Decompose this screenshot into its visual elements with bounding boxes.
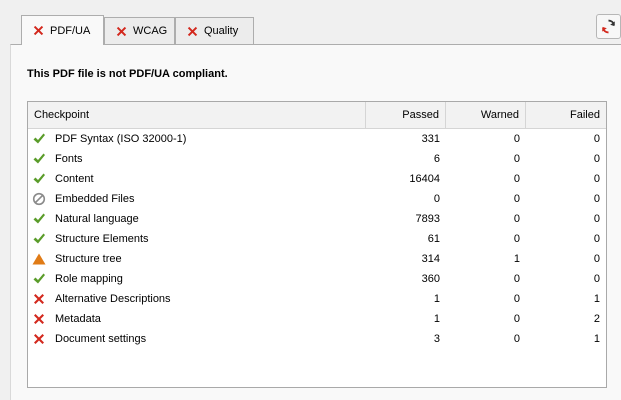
checkpoint-name: Structure Elements [55, 233, 149, 245]
failed-count: 0 [593, 173, 600, 185]
failed-count: 2 [593, 313, 600, 325]
not-applicable-icon [32, 192, 46, 206]
table-row[interactable]: Structure tree 314 1 0 [28, 249, 606, 269]
check-icon [33, 273, 45, 284]
checkpoint-table[interactable]: Checkpoint Passed Warned Failed PDF Synt… [27, 101, 607, 388]
warned-count: 0 [513, 133, 520, 145]
fail-x-icon [34, 314, 44, 324]
fail-x-icon [34, 294, 44, 304]
table-row[interactable]: Document settings 3 0 1 [28, 329, 606, 349]
check-icon [33, 153, 45, 164]
warning-icon [32, 253, 46, 265]
warned-count: 0 [513, 333, 520, 345]
tab-bar: PDF/UA WCAG Quality [0, 0, 621, 45]
checkpoint-name: Structure tree [55, 253, 122, 265]
failed-count: 1 [593, 293, 600, 305]
failed-count: 0 [593, 233, 600, 245]
checkpoint-cell: Structure tree [28, 252, 366, 266]
checkpoint-cell: Embedded Files [28, 192, 366, 206]
passed-count: 1 [433, 313, 440, 325]
fail-x-icon [33, 25, 44, 36]
table-body: PDF Syntax (ISO 32000-1) 331 0 0 Fonts 6 0 0 Con… [28, 129, 606, 349]
tab-wcag[interactable]: WCAG [104, 17, 175, 44]
checkpoint-name: Alternative Descriptions [55, 293, 171, 305]
passed-count: 0 [433, 193, 440, 205]
check-icon [33, 133, 45, 144]
passed-count: 314 [421, 253, 440, 265]
table-row[interactable]: Natural language 7893 0 0 [28, 209, 606, 229]
column-header-passed[interactable]: Passed [366, 102, 446, 128]
refresh-button[interactable] [596, 14, 621, 39]
check-icon [33, 233, 45, 244]
passed-count: 331 [421, 133, 440, 145]
failed-count: 0 [593, 193, 600, 205]
checkpoint-name: Natural language [55, 213, 139, 225]
passed-count: 6 [433, 153, 440, 165]
table-row[interactable]: Role mapping 360 0 0 [28, 269, 606, 289]
checkpoint-cell: Document settings [28, 332, 366, 346]
failed-count: 0 [593, 273, 600, 285]
checkpoint-cell: PDF Syntax (ISO 32000-1) [28, 132, 366, 146]
check-icon [33, 213, 45, 224]
checkpoint-cell: Content [28, 172, 366, 186]
failed-count: 0 [593, 133, 600, 145]
table-header: Checkpoint Passed Warned Failed [28, 102, 606, 129]
table-row[interactable]: Structure Elements 61 0 0 [28, 229, 606, 249]
warned-count: 0 [513, 273, 520, 285]
checkpoint-cell: Alternative Descriptions [28, 292, 366, 306]
checkpoint-name: Embedded Files [55, 193, 135, 205]
checkpoint-name: Fonts [55, 153, 83, 165]
tab-label: Quality [204, 25, 239, 37]
table-row[interactable]: PDF Syntax (ISO 32000-1) 331 0 0 [28, 129, 606, 149]
column-header-failed[interactable]: Failed [526, 102, 606, 128]
table-row[interactable]: Fonts 6 0 0 [28, 149, 606, 169]
warned-count: 0 [513, 213, 520, 225]
column-header-checkpoint[interactable]: Checkpoint [28, 102, 366, 128]
passed-count: 1 [433, 293, 440, 305]
warned-count: 0 [513, 313, 520, 325]
checkpoint-cell: Metadata [28, 312, 366, 326]
passed-count: 360 [421, 273, 440, 285]
warned-count: 0 [513, 173, 520, 185]
tab-label: WCAG [133, 25, 168, 37]
checkpoint-cell: Fonts [28, 152, 366, 166]
passed-count: 7893 [415, 213, 440, 225]
warned-count: 1 [513, 253, 520, 265]
failed-count: 0 [593, 153, 600, 165]
fail-x-icon [34, 334, 44, 344]
checkpoint-cell: Role mapping [28, 272, 366, 286]
checkpoint-name: Role mapping [55, 273, 123, 285]
checkpoint-name: Document settings [55, 333, 147, 345]
failed-count: 1 [593, 333, 600, 345]
warned-count: 0 [513, 233, 520, 245]
checkpoint-cell: Structure Elements [28, 232, 366, 246]
refresh-icon [601, 19, 616, 34]
tab-pdfua[interactable]: PDF/UA [21, 15, 104, 45]
warned-count: 0 [513, 293, 520, 305]
tab-quality[interactable]: Quality [175, 17, 254, 44]
failed-count: 0 [593, 253, 600, 265]
compliance-status-message: This PDF file is not PDF/UA compliant. [27, 68, 228, 80]
passed-count: 16404 [409, 173, 440, 185]
warned-count: 0 [513, 193, 520, 205]
table-row[interactable]: Embedded Files 0 0 0 [28, 189, 606, 209]
passed-count: 3 [433, 333, 440, 345]
warned-count: 0 [513, 153, 520, 165]
fail-x-icon [116, 26, 127, 36]
table-row[interactable]: Metadata 1 0 2 [28, 309, 606, 329]
table-row[interactable]: Content 16404 0 0 [28, 169, 606, 189]
checkpoint-name: Metadata [55, 313, 101, 325]
passed-count: 61 [427, 233, 440, 245]
checkpoint-name: PDF Syntax (ISO 32000-1) [55, 133, 187, 145]
checkpoint-name: Content [55, 173, 94, 185]
failed-count: 0 [593, 213, 600, 225]
check-icon [33, 173, 45, 184]
fail-x-icon [187, 26, 198, 36]
table-row[interactable]: Alternative Descriptions 1 0 1 [28, 289, 606, 309]
tab-label: PDF/UA [50, 24, 91, 37]
checkpoint-cell: Natural language [28, 212, 366, 226]
column-header-warned[interactable]: Warned [446, 102, 526, 128]
